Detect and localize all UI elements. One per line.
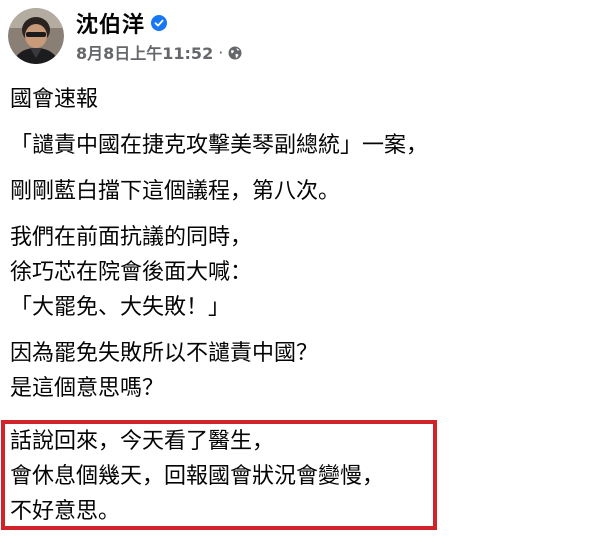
post-line: 國會速報 [10,87,99,112]
post-line: 徐巧芯在院會後面大喊： [10,260,253,285]
avatar[interactable] [8,8,64,64]
post-timestamp[interactable]: 8月8日上午11:52 [76,40,213,64]
post-paragraph: 因為罷免失敗所以不譴責中國？ 是這個意思嗎？ [10,336,600,406]
post-line: 我們在前面抗議的同時， [10,225,253,250]
post-paragraph: 「譴責中國在捷克攻擊美琴副總統」一案， [10,128,600,163]
post-line: 因為罷免失敗所以不譴責中國？ [10,341,319,366]
author-name[interactable]: 沈伯洋 [76,7,145,39]
meta-separator: · [218,42,224,62]
author-row: 沈伯洋 [76,8,242,38]
post-line: 會休息個幾天，回報國會狀況會變慢， [10,464,385,489]
post-meta: 8月8日上午11:52 · [76,40,242,64]
post-paragraph: 剛剛藍白擋下這個議程，第八次。 [10,174,600,209]
post-line: 「譴責中國在捷克攻擊美琴副總統」一案， [10,133,429,158]
post-line: 話說回來，今天看了醫生， [10,429,275,454]
post-line: 不好意思。 [10,499,121,524]
post-header: 沈伯洋 8月8日上午11:52 · [8,8,242,64]
globe-icon[interactable] [228,45,242,60]
highlighted-paragraph: 話說回來，今天看了醫生， 會休息個幾天，回報國會狀況會變慢， 不好意思。 [10,424,384,529]
post-line: 是這個意思嗎？ [10,376,165,401]
verified-badge-icon [151,15,168,31]
post-line: 剛剛藍白擋下這個議程，第八次。 [10,179,341,204]
post-line: 「大罷免、大失敗！」 [10,295,231,320]
post-body: 國會速報 「譴責中國在捷克攻擊美琴副總統」一案， 剛剛藍白擋下這個議程，第八次。… [10,82,600,417]
post-paragraph: 國會速報 [10,82,600,117]
avatar-image [8,8,64,64]
post-paragraph: 我們在前面抗議的同時， 徐巧芯在院會後面大喊： 「大罷免、大失敗！」 [10,220,600,325]
author-block: 沈伯洋 8月8日上午11:52 · [76,8,242,64]
